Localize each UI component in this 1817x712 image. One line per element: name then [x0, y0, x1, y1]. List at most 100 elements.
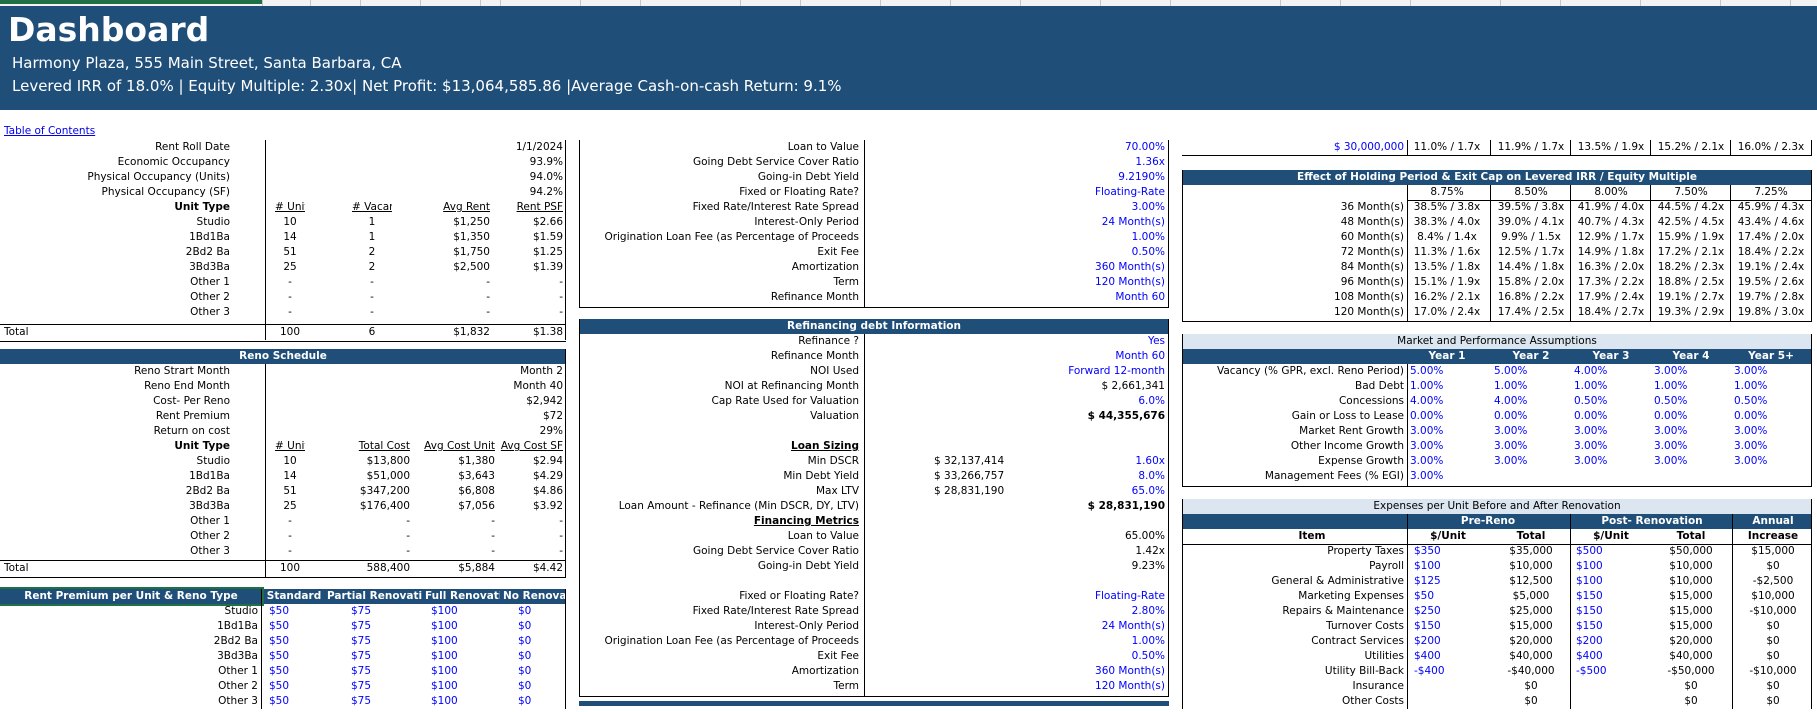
assumption-input[interactable]: 1.00%	[1494, 379, 1564, 394]
premium-cell[interactable]: $75	[351, 649, 401, 664]
assumption-input[interactable]: 3.00%	[1410, 424, 1480, 439]
assumption-input[interactable]: 3.00%	[1410, 469, 1480, 484]
premium-cell[interactable]: $100	[431, 694, 506, 709]
premium-cell[interactable]: $75	[351, 634, 401, 649]
expense-input[interactable]: $150	[1576, 589, 1636, 604]
premium-cell[interactable]: $50	[269, 634, 319, 649]
loan-input[interactable]: 3.00%	[1009, 200, 1165, 215]
assumption-input[interactable]	[1574, 469, 1644, 484]
assumption-input[interactable]: 3.00%	[1734, 424, 1804, 439]
terms-input[interactable]: 0.50%	[1009, 649, 1165, 664]
assumption-input[interactable]	[1734, 469, 1804, 484]
refi-value[interactable]: Forward 12-month	[1009, 364, 1165, 379]
loan-input[interactable]: 0.50%	[1009, 245, 1165, 260]
premium-cell[interactable]: $0	[518, 634, 568, 649]
assumption-input[interactable]: 3.00%	[1574, 454, 1644, 469]
premium-cell[interactable]: $50	[269, 619, 319, 634]
expense-input[interactable]: $50	[1414, 589, 1474, 604]
premium-cell[interactable]: $50	[269, 694, 319, 709]
assumption-input[interactable]: 3.00%	[1654, 454, 1724, 469]
assumption-input[interactable]: 3.00%	[1654, 364, 1724, 379]
terms-input[interactable]: 1.00%	[1009, 634, 1165, 649]
assumption-input[interactable]: 3.00%	[1574, 424, 1644, 439]
assumption-input[interactable]: 0.00%	[1574, 409, 1644, 424]
loan-input[interactable]: Floating-Rate	[1009, 185, 1165, 200]
assumption-input[interactable]	[1494, 469, 1564, 484]
assumption-input[interactable]: 3.00%	[1410, 439, 1480, 454]
premium-cell[interactable]: $100	[431, 649, 506, 664]
expense-input[interactable]: $400	[1576, 649, 1636, 664]
sizing-input[interactable]: 65.0%	[1009, 484, 1165, 499]
loan-input[interactable]: 1.00%	[1009, 230, 1165, 245]
premium-cell[interactable]: $75	[351, 664, 401, 679]
premium-cell[interactable]: $100	[431, 604, 506, 619]
assumption-input[interactable]: 3.00%	[1410, 454, 1480, 469]
assumption-input[interactable]: 1.00%	[1410, 379, 1480, 394]
premium-cell[interactable]: $0	[518, 679, 568, 694]
assumption-input[interactable]: 0.50%	[1654, 394, 1724, 409]
expense-input[interactable]: -$500	[1576, 664, 1636, 679]
terms-input[interactable]: 120 Month(s)	[1009, 679, 1165, 694]
premium-cell[interactable]: $50	[269, 679, 319, 694]
terms-input[interactable]: Floating-Rate	[1009, 589, 1165, 604]
assumption-input[interactable]: 0.00%	[1494, 409, 1564, 424]
expense-input[interactable]	[1576, 679, 1636, 694]
premium-cell[interactable]: $100	[431, 679, 506, 694]
assumption-input[interactable]: 4.00%	[1494, 394, 1564, 409]
expense-input[interactable]: $200	[1414, 634, 1474, 649]
premium-cell[interactable]: $0	[518, 694, 568, 709]
loan-input[interactable]: 360 Month(s)	[1009, 260, 1165, 275]
expense-input[interactable]: $150	[1576, 619, 1636, 634]
expense-input[interactable]: $125	[1414, 574, 1474, 589]
assumption-input[interactable]: 1.00%	[1734, 379, 1804, 394]
loan-input[interactable]: 1.36x	[1009, 155, 1165, 170]
loan-input[interactable]: 9.2190%	[1009, 170, 1165, 185]
loan-input[interactable]: 24 Month(s)	[1009, 215, 1165, 230]
premium-cell[interactable]: $75	[351, 619, 401, 634]
expense-input[interactable]: $250	[1414, 604, 1474, 619]
expense-input[interactable]: $100	[1576, 559, 1636, 574]
assumption-input[interactable]: 3.00%	[1494, 439, 1564, 454]
assumption-input[interactable]: 3.00%	[1654, 439, 1724, 454]
terms-input[interactable]: 24 Month(s)	[1009, 619, 1165, 634]
expense-input[interactable]	[1414, 694, 1474, 709]
loan-input[interactable]: 120 Month(s)	[1009, 275, 1165, 290]
expense-input[interactable]: $100	[1576, 574, 1636, 589]
expense-input[interactable]: $500	[1576, 544, 1636, 559]
premium-cell[interactable]: $75	[351, 694, 401, 709]
assumption-input[interactable]: 0.50%	[1574, 394, 1644, 409]
refi-value[interactable]: 6.0%	[1009, 394, 1165, 409]
refi-value[interactable]: Month 60	[1009, 349, 1165, 364]
expense-input[interactable]: $150	[1576, 604, 1636, 619]
premium-cell[interactable]: $50	[269, 664, 319, 679]
premium-cell[interactable]: $50	[269, 649, 319, 664]
assumption-input[interactable]: 0.00%	[1410, 409, 1480, 424]
refi-value[interactable]: Yes	[1009, 334, 1165, 349]
premium-cell[interactable]: $50	[269, 604, 319, 619]
premium-cell[interactable]: $0	[518, 664, 568, 679]
assumption-input[interactable]: 5.00%	[1494, 364, 1564, 379]
expense-input[interactable]: $100	[1414, 559, 1474, 574]
assumption-input[interactable]: 0.50%	[1734, 394, 1804, 409]
assumption-input[interactable]: 1.00%	[1574, 379, 1644, 394]
expense-input[interactable]: -$400	[1414, 664, 1474, 679]
loan-input[interactable]: Month 60	[1009, 290, 1165, 305]
sizing-input[interactable]: 1.60x	[1009, 454, 1165, 469]
premium-cell[interactable]: $75	[351, 679, 401, 694]
premium-cell[interactable]: $100	[431, 634, 506, 649]
assumption-input[interactable]: 3.00%	[1734, 439, 1804, 454]
assumption-input[interactable]: 3.00%	[1734, 454, 1804, 469]
expense-input[interactable]: $350	[1414, 544, 1474, 559]
assumption-input[interactable]: 3.00%	[1654, 424, 1724, 439]
expense-input[interactable]: $200	[1576, 634, 1636, 649]
assumption-input[interactable]: 3.00%	[1494, 424, 1564, 439]
assumption-input[interactable]: 5.00%	[1410, 364, 1480, 379]
assumption-input[interactable]: 4.00%	[1574, 364, 1644, 379]
assumption-input[interactable]: 3.00%	[1494, 454, 1564, 469]
premium-cell[interactable]: $100	[431, 619, 506, 634]
assumption-input[interactable]: 0.00%	[1734, 409, 1804, 424]
premium-cell[interactable]: $0	[518, 619, 568, 634]
expense-input[interactable]	[1414, 679, 1474, 694]
expense-input[interactable]	[1576, 694, 1636, 709]
assumption-input[interactable]: 3.00%	[1734, 364, 1804, 379]
